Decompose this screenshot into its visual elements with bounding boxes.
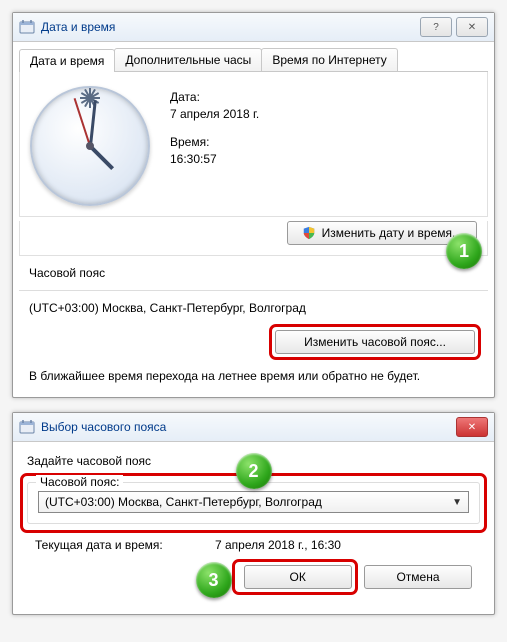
time-label: Время:: [170, 135, 259, 149]
change-date-time-label: Изменить дату и время...: [322, 226, 462, 240]
current-datetime-value: 7 апреля 2018 г., 16:30: [215, 538, 341, 552]
ok-button[interactable]: ОК: [244, 565, 352, 589]
titlebar[interactable]: Дата и время ? ✕: [13, 13, 494, 42]
date-value: 7 апреля 2018 г.: [170, 107, 259, 121]
calendar-icon: [19, 419, 35, 435]
combo-value: (UTC+03:00) Москва, Санкт-Петербург, Вол…: [45, 495, 322, 509]
chevron-down-icon: ▼: [452, 497, 462, 508]
group-label: Часовой пояс:: [36, 475, 123, 489]
date-time-readout: Дата: 7 апреля 2018 г. Время: 16:30:57: [170, 86, 259, 206]
date-label: Дата:: [170, 90, 259, 104]
change-datetime-row: Изменить дату и время...: [19, 221, 488, 256]
divider: [19, 290, 488, 291]
tab-date-time[interactable]: Дата и время: [19, 49, 115, 72]
step-badge-3: 3: [196, 562, 232, 598]
calendar-icon: [19, 19, 35, 35]
dialog-buttons: ОК Отмена: [35, 562, 472, 592]
time-value: 16:30:57: [170, 152, 259, 166]
cancel-label: Отмена: [396, 570, 439, 584]
highlight-ok: ОК: [235, 562, 355, 592]
titlebar[interactable]: Выбор часового пояса ✕: [13, 413, 494, 442]
close-button[interactable]: ✕: [456, 17, 488, 37]
date-time-window: Дата и время ? ✕ Дата и время Дополнител…: [12, 12, 495, 398]
timezone-section-label: Часовой пояс: [29, 266, 478, 280]
help-button[interactable]: ?: [420, 17, 452, 37]
cancel-button[interactable]: Отмена: [364, 565, 472, 589]
timezone-value: (UTC+03:00) Москва, Санкт-Петербург, Вол…: [29, 301, 478, 315]
tab-strip: Дата и время Дополнительные часы Время п…: [19, 48, 488, 72]
current-datetime-label: Текущая дата и время:: [35, 538, 185, 552]
current-datetime-row: Текущая дата и время: 7 апреля 2018 г., …: [35, 538, 472, 552]
step-badge-1: 1: [446, 233, 482, 269]
window-title: Дата и время: [41, 20, 416, 34]
step-badge-2: 2: [236, 453, 272, 489]
date-time-panel: Дата: 7 апреля 2018 г. Время: 16:30:57: [19, 72, 488, 217]
timezone-dialog: Выбор часового пояса ✕ Задайте часовой п…: [12, 412, 495, 615]
shield-icon: [302, 226, 316, 240]
dst-note: В ближайшее время перехода на летнее вре…: [29, 369, 478, 383]
window-title: Выбор часового пояса: [41, 420, 452, 434]
tab-internet-time[interactable]: Время по Интернету: [261, 48, 397, 71]
change-timezone-label: Изменить часовой пояс...: [304, 335, 446, 349]
ok-label: ОК: [289, 570, 305, 584]
highlight-change-timezone: Изменить часовой пояс...: [272, 327, 478, 357]
close-button[interactable]: ✕: [456, 417, 488, 437]
tab-additional-clocks[interactable]: Дополнительные часы: [114, 48, 262, 71]
analog-clock: [30, 86, 150, 206]
timezone-combo[interactable]: (UTC+03:00) Москва, Санкт-Петербург, Вол…: [38, 491, 469, 513]
change-timezone-button[interactable]: Изменить часовой пояс...: [275, 330, 475, 354]
